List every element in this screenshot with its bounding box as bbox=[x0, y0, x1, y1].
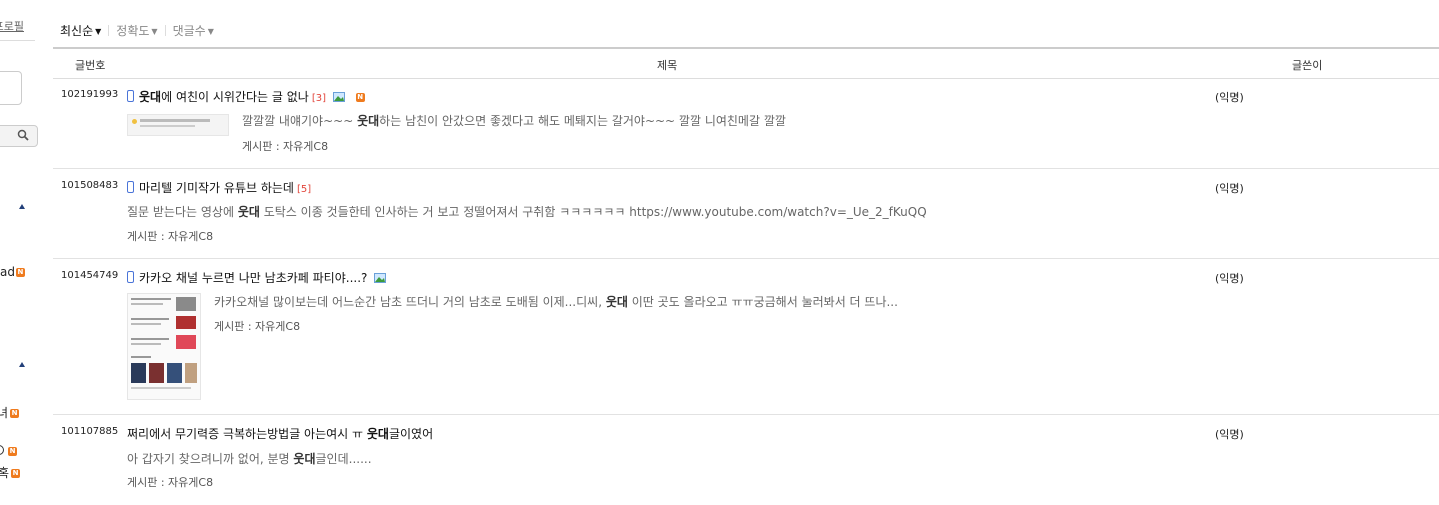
post-number: 101454749 bbox=[61, 270, 119, 281]
header-title: 제목 bbox=[657, 59, 678, 72]
sidebar-search-button[interactable] bbox=[0, 125, 38, 147]
sidebar-item[interactable]: ad N bbox=[0, 265, 25, 279]
post-title[interactable]: 카카오 채널 누르면 나만 남초카페 파티야....? bbox=[127, 269, 387, 286]
new-badge-icon: N bbox=[11, 469, 21, 478]
sidebar-item[interactable]: 녀N bbox=[0, 404, 20, 421]
table-row: 101107885 쩌리에서 무기력증 극복하는방법글 아는여시 ㅠ 웃대글이였… bbox=[53, 415, 1439, 505]
phone-icon bbox=[127, 181, 134, 193]
header-author: 글쓴이 bbox=[1292, 59, 1323, 72]
caret-down-icon: ▼ bbox=[207, 27, 214, 36]
sidebar-item[interactable]: N bbox=[0, 444, 17, 458]
table-header: 글번호 제목 글쓴이 bbox=[53, 47, 1439, 79]
post-author[interactable]: (익명) bbox=[1215, 270, 1244, 286]
post-author[interactable]: (익명) bbox=[1215, 426, 1244, 442]
post-number: 102191993 bbox=[61, 89, 119, 100]
post-title[interactable]: 마리텔 기미작가 유튜브 하는데 [5] bbox=[127, 179, 311, 196]
new-badge-icon: N bbox=[355, 93, 365, 102]
search-icon bbox=[17, 129, 29, 141]
image-icon bbox=[332, 92, 345, 102]
comment-count[interactable]: [3] bbox=[312, 93, 326, 104]
caret-down-icon: ▼ bbox=[151, 27, 158, 36]
sort-latest[interactable]: 최신순 ▼ bbox=[60, 22, 101, 39]
left-sidebar: 프로필 adN 녀N N 혹N bbox=[0, 0, 40, 491]
post-snippet: 아 갑자기 찾으려니까 없어, 분명 웃대글인데...... bbox=[127, 452, 372, 466]
table-row: 102191993 웃대에 여친이 시위간다는 글 없나 [3] N 깔깔깔 내얘… bbox=[53, 78, 1439, 169]
board-label[interactable]: 게시판 : 자유게C8 bbox=[214, 318, 300, 334]
sort-bar: 최신순 ▼ 정확도 ▼ 댓글수 ▼ bbox=[60, 22, 214, 39]
sort-accuracy[interactable]: 정확도 ▼ bbox=[116, 22, 157, 39]
post-snippet: 깔깔깔 내얘기야~~~ 웃대하는 남친이 안갔으면 좋겠다고 해도 메퇘지는 갈… bbox=[242, 114, 786, 128]
collapse-arrow-icon[interactable] bbox=[19, 204, 25, 209]
collapse-arrow-icon[interactable] bbox=[19, 362, 25, 367]
post-number: 101508483 bbox=[61, 180, 119, 191]
divider bbox=[108, 25, 110, 36]
board-label[interactable]: 게시판 : 자유게C8 bbox=[127, 474, 213, 490]
profile-link[interactable]: 프로필 bbox=[0, 18, 24, 34]
post-thumbnail[interactable] bbox=[127, 293, 201, 400]
new-badge-icon: N bbox=[15, 268, 25, 277]
sort-comments[interactable]: 댓글수 ▼ bbox=[173, 22, 214, 39]
header-num: 글번호 bbox=[75, 59, 106, 72]
board-label[interactable]: 게시판 : 자유게C8 bbox=[242, 138, 328, 154]
post-title[interactable]: 웃대에 여친이 시위간다는 글 없나 [3] N bbox=[127, 88, 365, 105]
new-badge-icon: N bbox=[8, 447, 17, 456]
table-row: 101508483 마리텔 기미작가 유튜브 하는데 [5] 질문 받는다는 영상… bbox=[53, 169, 1439, 259]
post-snippet: 질문 받는다는 영상에 웃대 도탁스 이종 것들한테 인사하는 거 보고 정떨어… bbox=[127, 205, 927, 219]
sidebar-item[interactable]: 혹N bbox=[0, 464, 21, 481]
post-author[interactable]: (익명) bbox=[1215, 180, 1244, 196]
sidebar-box[interactable] bbox=[0, 71, 22, 105]
post-title[interactable]: 쩌리에서 무기력증 극복하는방법글 아는여시 ㅠ 웃대글이였어 bbox=[127, 425, 433, 442]
comment-count[interactable]: [5] bbox=[297, 184, 311, 195]
phone-icon bbox=[127, 90, 134, 102]
post-number: 101107885 bbox=[61, 426, 119, 437]
board-label[interactable]: 게시판 : 자유게C8 bbox=[127, 228, 213, 244]
table-row: 101454749 카카오 채널 누르면 나만 남초카페 파티야....? 카카… bbox=[53, 259, 1439, 415]
phone-icon bbox=[127, 271, 134, 283]
divider bbox=[164, 25, 166, 36]
new-badge-icon: N bbox=[10, 409, 20, 418]
caret-down-icon: ▼ bbox=[95, 27, 102, 36]
sidebar-divider bbox=[0, 40, 35, 41]
image-icon bbox=[374, 273, 387, 283]
post-thumbnail[interactable] bbox=[127, 114, 229, 136]
post-author[interactable]: (익명) bbox=[1215, 89, 1244, 105]
post-snippet: 카카오채널 많이보는데 어느순간 남초 뜨더니 거의 남초로 도배됨 이제...… bbox=[214, 295, 898, 309]
